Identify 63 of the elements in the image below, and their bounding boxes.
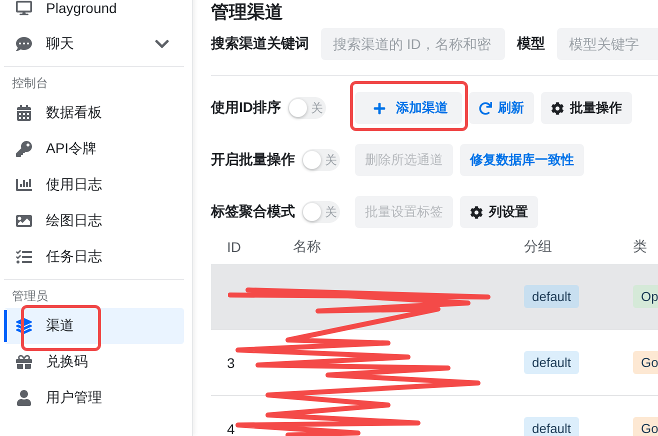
- sidebar-label: API令牌: [46, 140, 98, 158]
- toolbar-button[interactable]: 批量操作: [541, 92, 632, 124]
- chat-icon: [16, 36, 32, 52]
- search-label: 搜索渠道关键词: [211, 35, 309, 53]
- sidebar-label: 数据看板: [46, 104, 103, 122]
- type-tag: Op: [633, 285, 658, 308]
- sidebar-label: 兑换码: [46, 353, 89, 371]
- page-title: 管理渠道: [211, 1, 283, 22]
- refresh-icon: [479, 102, 492, 114]
- sidebar-item[interactable]: 绘图日志: [4, 203, 184, 239]
- sidebar-item[interactable]: API令牌: [4, 131, 184, 167]
- toolbar-button[interactable]: 修复数据库一致性: [460, 144, 584, 176]
- column-header: ID: [227, 239, 242, 255]
- type-tag: Go: [633, 417, 658, 436]
- sidebar-item[interactable]: 数据看板: [4, 95, 184, 131]
- table-cell-text: 3: [227, 354, 236, 370]
- sidebar-item[interactable]: 渠道: [4, 308, 184, 344]
- sidebar-item[interactable]: 任务日志: [4, 239, 184, 275]
- key-icon: [16, 141, 32, 157]
- toolbar-button[interactable]: 列设置: [460, 196, 538, 228]
- section-label: 控制台: [11, 75, 49, 92]
- gift-icon: [16, 354, 32, 370]
- group-tag: default: [524, 417, 580, 436]
- sidebar-label: 任务日志: [46, 248, 103, 266]
- calendar-icon: [16, 105, 32, 121]
- sidebar-item[interactable]: Playground: [4, 0, 184, 26]
- toolbar-button[interactable]: 刷新: [469, 92, 534, 124]
- checklist-icon: [16, 249, 32, 265]
- column-header: 类: [633, 238, 648, 256]
- search-field[interactable]: 搜索渠道的 ID，名称和密: [321, 28, 505, 60]
- switch-label: 标签聚合模式: [211, 203, 295, 221]
- column-header: 名称: [293, 238, 322, 256]
- section-label: 管理员: [11, 288, 49, 305]
- sidebar-label: 用户管理: [46, 389, 103, 407]
- settings-icon: [551, 102, 564, 114]
- table-row[interactable]: 4 default Go: [211, 396, 658, 436]
- table-cell-text: 4: [227, 420, 236, 436]
- layers-icon: [16, 318, 32, 334]
- monitor-icon: [16, 0, 32, 16]
- group-tag: default: [524, 351, 580, 374]
- sidebar-label: 聊天: [46, 35, 75, 53]
- bar-chart-icon: [16, 177, 32, 193]
- image-icon: [16, 213, 32, 229]
- switch-label: 使用ID排序: [211, 99, 281, 117]
- type-tag: Go: [633, 351, 658, 374]
- sidebar-label: 渠道: [46, 317, 75, 335]
- plus-icon: [373, 102, 386, 114]
- toolbar-button[interactable]: 添加渠道: [355, 92, 462, 124]
- sidebar-item[interactable]: 用户管理: [4, 380, 184, 416]
- sidebar-item[interactable]: 使用日志: [4, 167, 184, 203]
- sidebar-label: 绘图日志: [46, 212, 103, 230]
- sidebar-item[interactable]: 聊天: [4, 26, 184, 62]
- model-label: 模型: [517, 35, 545, 53]
- sidebar-label: Playground: [46, 0, 118, 16]
- switch-label: 开启批量操作: [211, 151, 295, 169]
- model-field[interactable]: 模型关键字: [557, 28, 658, 60]
- settings-icon: [470, 206, 483, 218]
- user-icon: [16, 390, 32, 406]
- group-tag: default: [524, 285, 580, 308]
- table-row[interactable]: 3 default Go: [211, 330, 658, 396]
- sidebar-item[interactable]: 兑换码: [4, 344, 184, 380]
- column-header: 分组: [524, 238, 553, 256]
- sidebar-label: 使用日志: [46, 176, 103, 194]
